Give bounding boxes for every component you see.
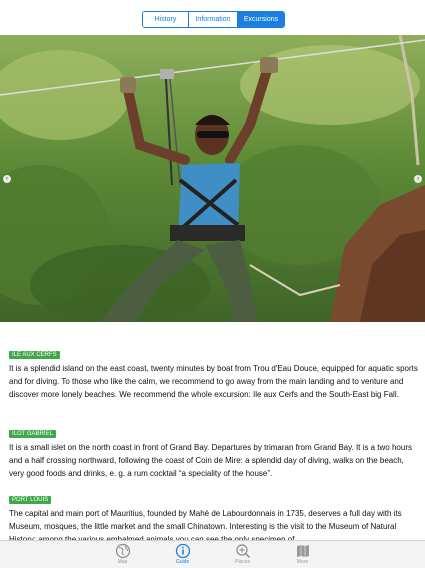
folded-map-icon [296, 545, 309, 557]
top-bar: History Information Excursions [0, 0, 425, 35]
tab-label: Places [234, 559, 250, 565]
segment-excursions[interactable]: Excursions [238, 12, 284, 27]
section-text: It is a small islet on the north coast i… [9, 443, 412, 478]
section-port-louis: PORT LOUIS The capital and main port of … [9, 488, 419, 540]
section-tag: PORT LOUIS [9, 496, 52, 504]
tab-label: More [296, 559, 309, 565]
segment-history[interactable]: History [143, 12, 189, 27]
excursion-photo: ‹ › [0, 35, 425, 322]
segment-information[interactable]: Information [189, 12, 238, 27]
tab-places[interactable]: Places [213, 541, 273, 568]
excursions-content: ILE AUX CERFS It is a splendid island on… [0, 322, 425, 540]
previous-photo-arrow-icon[interactable]: ‹ [3, 175, 11, 183]
tab-label: Guide [175, 559, 190, 565]
tab-guide[interactable]: Guide [153, 541, 213, 568]
tab-map[interactable]: Map [93, 541, 153, 568]
zoom-in-icon [235, 544, 250, 559]
next-photo-arrow-icon[interactable]: › [414, 175, 422, 183]
section-text: The capital and main port of Mauritius, … [9, 509, 402, 540]
section-ilot-gabriel: ILÔT GABRIEL It is a small islet on the … [9, 422, 419, 480]
tab-more[interactable]: More [273, 541, 333, 568]
section-tag: ILE AUX CERFS [9, 351, 60, 359]
segmented-control: History Information Excursions [142, 11, 285, 28]
section-text: It is a splendid island on the east coas… [9, 364, 418, 399]
section-ile-aux-cerfs: ILE AUX CERFS It is a splendid island on… [9, 343, 419, 401]
globe-icon [115, 543, 130, 559]
zipline-photo [0, 35, 425, 322]
tab-bar: Map Guide Places More [0, 540, 425, 568]
tab-label: Map [117, 559, 128, 565]
section-tag: ILÔT GABRIEL [9, 430, 56, 438]
info-icon [175, 543, 190, 559]
